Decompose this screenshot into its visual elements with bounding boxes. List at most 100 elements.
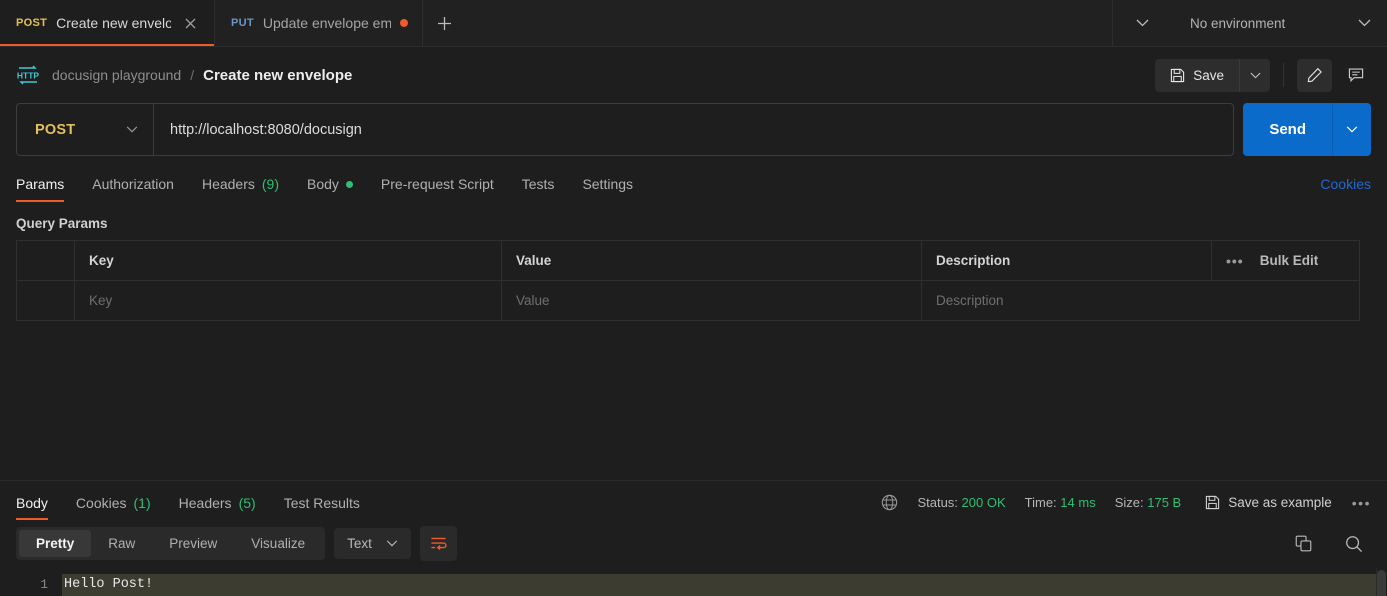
word-wrap-icon[interactable] bbox=[419, 526, 457, 561]
tab-settings[interactable]: Settings bbox=[568, 176, 647, 202]
response-section-tabs: Body Cookies (1) Headers (5) Test Result… bbox=[0, 480, 1387, 520]
postman-window: POST Create new envelo PUT Update envelo… bbox=[0, 0, 1387, 596]
copy-icon[interactable] bbox=[1286, 527, 1321, 560]
response-format-selector[interactable]: Text bbox=[334, 528, 411, 559]
table-options-dots-icon[interactable]: ••• bbox=[1226, 253, 1244, 269]
tab-pre-request-script[interactable]: Pre-request Script bbox=[367, 176, 508, 202]
url-input-container: POST bbox=[16, 103, 1235, 156]
response-body-code[interactable]: Hello Post! bbox=[62, 568, 1387, 596]
tab-headers[interactable]: Headers (9) bbox=[188, 176, 293, 202]
bulk-edit-button[interactable]: Bulk Edit bbox=[1260, 253, 1319, 268]
row-key-cell[interactable]: Key bbox=[74, 280, 502, 321]
chevron-down-icon bbox=[1358, 19, 1371, 27]
table-header-row: Key Value Description ••• Bulk Edit bbox=[16, 240, 1360, 281]
response-tab-test-results[interactable]: Test Results bbox=[270, 495, 374, 520]
breadcrumb-separator: / bbox=[190, 67, 195, 83]
request-tab-strip: POST Create new envelo PUT Update envelo… bbox=[0, 0, 1387, 47]
line-number-gutter: 1 bbox=[0, 568, 62, 596]
query-params-table-container: Key Value Description ••• Bulk Edit Key … bbox=[0, 240, 1387, 321]
chevron-down-icon bbox=[126, 126, 138, 133]
tab-headers-label: Headers bbox=[201, 176, 255, 192]
view-mode-visualize[interactable]: Visualize bbox=[234, 530, 322, 557]
table-row[interactable]: Key Value Description bbox=[16, 280, 1360, 321]
column-header-actions: ••• Bulk Edit bbox=[1211, 240, 1360, 281]
tab-body[interactable]: Body bbox=[293, 176, 367, 202]
svg-text:HTTP: HTTP bbox=[17, 71, 40, 81]
line-number: 1 bbox=[40, 577, 48, 592]
tab-body-label: Body bbox=[307, 176, 339, 192]
time-value: 14 ms bbox=[1060, 495, 1096, 510]
tab-overflow-chevron-down-icon[interactable] bbox=[1112, 0, 1172, 46]
tab-method-label: PUT bbox=[231, 17, 254, 29]
time-label-text: Time: bbox=[1024, 495, 1057, 510]
save-as-example-label: Save as example bbox=[1228, 495, 1332, 510]
cookies-link[interactable]: Cookies bbox=[1320, 176, 1371, 202]
tab-headers-count: (9) bbox=[261, 176, 279, 192]
save-button-group: Save bbox=[1155, 58, 1270, 92]
response-tab-body[interactable]: Body bbox=[16, 495, 62, 520]
tab-tests-label: Tests bbox=[521, 176, 555, 192]
save-options-chevron-down-icon[interactable] bbox=[1240, 58, 1270, 92]
view-mode-pretty[interactable]: Pretty bbox=[19, 530, 92, 557]
http-method-selector[interactable]: POST bbox=[17, 104, 154, 155]
tab-params[interactable]: Params bbox=[16, 176, 78, 202]
response-tab-headers[interactable]: Headers (5) bbox=[165, 495, 270, 520]
save-button-label: Save bbox=[1193, 67, 1224, 83]
page-title: Create new envelope bbox=[203, 66, 353, 84]
request-tab-update-envelope-email[interactable]: PUT Update envelope email bbox=[215, 0, 423, 46]
code-line: Hello Post! bbox=[62, 574, 1387, 596]
save-as-example-button[interactable]: Save as example bbox=[1205, 495, 1332, 510]
tab-authorization[interactable]: Authorization bbox=[78, 176, 188, 202]
query-params-title: Query Params bbox=[16, 216, 108, 231]
tab-title: Create new envelo bbox=[56, 15, 171, 31]
globe-icon[interactable] bbox=[881, 494, 898, 511]
response-tab-cookies[interactable]: Cookies (1) bbox=[62, 495, 165, 520]
save-button[interactable]: Save bbox=[1155, 58, 1240, 92]
floppy-disk-icon bbox=[1170, 68, 1185, 83]
chevron-down-icon bbox=[386, 540, 398, 547]
comment-icon[interactable] bbox=[1338, 59, 1373, 92]
response-more-options-dots-icon[interactable]: ••• bbox=[1352, 495, 1371, 511]
response-tab-headers-count: (5) bbox=[238, 495, 256, 511]
body-present-dot bbox=[345, 180, 353, 188]
response-body-scrollbar[interactable] bbox=[1376, 568, 1387, 596]
scrollbar-thumb[interactable] bbox=[1377, 570, 1386, 596]
url-input[interactable] bbox=[154, 104, 1234, 155]
tab-tests[interactable]: Tests bbox=[508, 176, 569, 202]
response-pane: Body Cookies (1) Headers (5) Test Result… bbox=[0, 480, 1387, 596]
unsaved-changes-dot bbox=[399, 19, 408, 27]
row-description-cell[interactable]: Description bbox=[921, 280, 1360, 321]
column-header-key: Key bbox=[74, 240, 502, 281]
new-tab-button[interactable] bbox=[423, 0, 467, 46]
pencil-icon[interactable] bbox=[1297, 58, 1332, 92]
request-section-tabs: Params Authorization Headers (9) Body Pr… bbox=[0, 164, 1387, 202]
http-icon: HTTP bbox=[16, 64, 40, 86]
response-body-viewer[interactable]: 1 Hello Post! bbox=[0, 568, 1387, 596]
tab-title: Update envelope email bbox=[262, 15, 391, 31]
breadcrumb-bar: HTTP docusign playground / Create new en… bbox=[0, 47, 1387, 103]
request-tabs-list: POST Create new envelo PUT Update envelo… bbox=[0, 0, 467, 46]
tab-pre-request-script-label: Pre-request Script bbox=[380, 176, 494, 192]
status-label: Status: 200 OK bbox=[917, 495, 1005, 510]
row-checkbox-cell[interactable] bbox=[16, 280, 75, 321]
send-options-chevron-down-icon[interactable] bbox=[1333, 103, 1371, 156]
tab-authorization-label: Authorization bbox=[92, 176, 174, 192]
request-tab-create-new-envelope[interactable]: POST Create new envelo bbox=[0, 0, 215, 46]
send-button-group: Send bbox=[1243, 103, 1371, 156]
response-tab-test-results-label: Test Results bbox=[283, 495, 360, 511]
view-mode-preview[interactable]: Preview bbox=[152, 530, 234, 557]
size-value: 175 B bbox=[1147, 495, 1182, 510]
response-viewer-toolbar: Pretty Raw Preview Visualize Text bbox=[0, 520, 1387, 568]
breadcrumb-parent[interactable]: docusign playground bbox=[52, 67, 181, 83]
tab-settings-label: Settings bbox=[582, 176, 634, 192]
row-value-cell[interactable]: Value bbox=[501, 280, 922, 321]
search-icon[interactable] bbox=[1336, 527, 1371, 560]
close-icon[interactable] bbox=[180, 13, 200, 33]
toolbar-divider bbox=[1283, 63, 1284, 87]
send-button[interactable]: Send bbox=[1243, 103, 1333, 156]
tab-method-label: POST bbox=[16, 17, 48, 29]
view-mode-raw[interactable]: Raw bbox=[91, 530, 152, 557]
request-body-spacer bbox=[0, 321, 1387, 480]
status-badge: 200 OK bbox=[961, 495, 1006, 510]
environment-selector[interactable]: No environment bbox=[1172, 0, 1387, 46]
